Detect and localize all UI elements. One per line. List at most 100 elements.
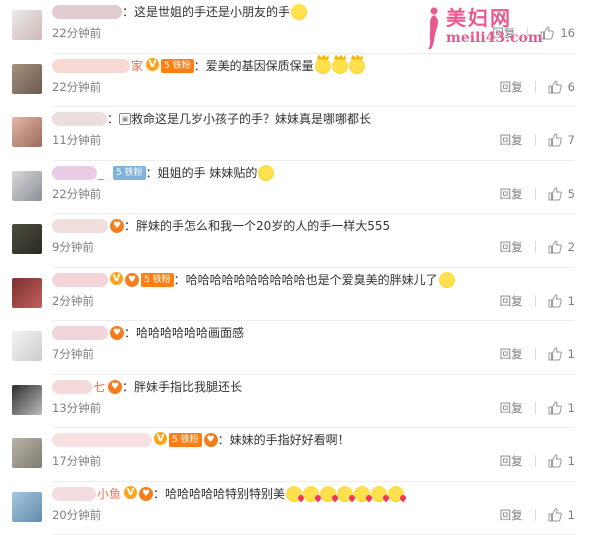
- comment-item: ♥ ：哈哈哈哈哈哈画面感 7分钟前 回复 1: [0, 321, 589, 375]
- avatar[interactable]: [12, 170, 42, 201]
- verified-v-icon: V: [110, 271, 123, 285]
- comment-item: V5 铁粉 ♥ ：妹妹的手指好好看啊！ 17分钟前 回复 1: [0, 428, 589, 482]
- thumbs-up-icon: [548, 507, 562, 521]
- comment-timestamp: 22分钟前: [52, 79, 102, 94]
- reply-button[interactable]: 回复: [500, 400, 523, 416]
- thumbs-up-icon: [548, 347, 562, 361]
- avatar[interactable]: [12, 491, 42, 522]
- reply-button[interactable]: 回复: [500, 346, 523, 362]
- like-button[interactable]: 1: [548, 294, 575, 308]
- comment-line: V5 铁粉 ♥ ：妹妹的手指好好看啊！: [52, 430, 350, 450]
- comment-item: ： ▣ 救命这是几岁小孩子的手？妹妹真是哪哪都长 11分钟前 回复 7: [0, 107, 589, 161]
- thumbs-up-icon: [548, 79, 562, 93]
- crown-emoji-icon: [331, 57, 348, 74]
- kiss-emoji-icon: [354, 485, 371, 502]
- reply-button[interactable]: 回复: [500, 186, 523, 202]
- laugh-emoji-icon: [438, 271, 455, 288]
- username-visible-part: _: [98, 165, 104, 180]
- comment-line: 小鱼 V ♥ ：哈哈哈哈哈特别特别美: [52, 484, 405, 504]
- comment-item: 七 ♥ ：胖妹手指比我腿还长 13分钟前 回复 1: [0, 375, 589, 428]
- comment-line: _ 5 铁粉 ：姐姐的手 妹妹贴的: [52, 163, 275, 183]
- username[interactable]: [52, 216, 108, 236]
- username-visible-part: 家: [131, 58, 144, 73]
- like-button[interactable]: 5: [548, 187, 575, 201]
- thumbs-up-icon: [548, 454, 562, 468]
- username[interactable]: [52, 2, 122, 22]
- reply-button[interactable]: 回复: [500, 79, 523, 95]
- action-divider: [534, 455, 536, 467]
- comment-item: 小鱼 V ♥ ：哈哈哈哈哈特别特别美 20分钟前 回复 1: [0, 482, 589, 535]
- username[interactable]: [52, 430, 152, 450]
- crown-emoji-icon: [314, 57, 331, 74]
- like-button[interactable]: 1: [548, 508, 575, 522]
- action-divider: [534, 401, 536, 414]
- avatar[interactable]: [12, 384, 42, 415]
- comment-text: ：胖妹的手怎么和我一个20岁的人的手一样大555: [124, 219, 391, 233]
- reply-button[interactable]: 回复: [500, 453, 523, 469]
- avatar[interactable]: [12, 63, 42, 94]
- site-watermark: 美妇网 meili43.com: [422, 6, 543, 50]
- username-blurred: [52, 5, 122, 19]
- comment-timestamp: 20分钟前: [52, 507, 102, 522]
- username[interactable]: 家: [52, 56, 144, 76]
- username[interactable]: [52, 270, 108, 290]
- comment-timestamp: 17分钟前: [52, 454, 102, 468]
- avatar[interactable]: [12, 331, 42, 361]
- comment-timestamp: 2分钟前: [52, 293, 94, 308]
- comment-actions: 回复 5: [500, 186, 575, 202]
- avatar[interactable]: [12, 277, 42, 308]
- kiss-emoji-icon: [320, 485, 337, 502]
- like-button[interactable]: 7: [548, 133, 575, 147]
- username[interactable]: _: [52, 163, 111, 183]
- avatar[interactable]: [12, 224, 42, 254]
- username[interactable]: 小鱼: [52, 484, 122, 504]
- thumbs-up-icon: [548, 400, 562, 414]
- like-button[interactable]: 6: [548, 80, 575, 94]
- username[interactable]: [52, 109, 107, 129]
- comment-line: ： ▣ 救命这是几岁小孩子的手？妹妹真是哪哪都长: [52, 109, 371, 129]
- like-button[interactable]: 1: [548, 347, 575, 361]
- comment-actions: 回复 1: [500, 453, 575, 469]
- username-blurred: [52, 219, 108, 233]
- avatar[interactable]: [12, 117, 42, 147]
- kiss-emoji-icon: [388, 485, 405, 502]
- comment-line: 家V5 铁粉 ：爱美的基因保质保量: [52, 56, 365, 76]
- username-blurred: [52, 379, 92, 394]
- verified-v-icon: V: [146, 57, 159, 71]
- avatar[interactable]: [12, 10, 42, 40]
- like-button[interactable]: 1: [548, 401, 575, 415]
- username[interactable]: [52, 323, 108, 343]
- like-button[interactable]: 2: [548, 240, 575, 254]
- comment-line: ♥ ：哈哈哈哈哈哈画面感: [52, 323, 244, 343]
- fan-heart-icon: ♥: [125, 272, 139, 287]
- username-blurred: [52, 486, 96, 501]
- verified-v-icon: V: [154, 432, 167, 445]
- reply-button[interactable]: 回复: [500, 239, 523, 255]
- smile-emoji-icon: [291, 4, 308, 20]
- comment-item: ♥ ：胖妹的手怎么和我一个20岁的人的手一样大555 9分钟前 回复 2: [0, 214, 589, 268]
- comment-timestamp: 13分钟前: [52, 400, 102, 415]
- fan-level-badge: 5 铁粉: [141, 272, 174, 287]
- like-count: 7: [567, 133, 575, 147]
- reply-button[interactable]: 回复: [500, 507, 523, 523]
- reply-button[interactable]: 回复: [500, 293, 523, 309]
- like-count: 5: [567, 186, 575, 201]
- fan-level-badge: 5 铁粉: [169, 433, 202, 447]
- comment-timestamp: 11分钟前: [52, 133, 102, 147]
- like-count: 1: [567, 454, 575, 468]
- action-divider: [534, 187, 536, 200]
- like-button[interactable]: 16: [540, 26, 575, 40]
- comment-item: _ 5 铁粉 ：姐姐的手 妹妹贴的 22分钟前 回复 5: [0, 161, 589, 214]
- username-visible-part: 小鱼: [97, 486, 122, 501]
- username[interactable]: 七: [52, 377, 106, 397]
- like-button[interactable]: 1: [548, 454, 575, 468]
- username-visible-part: 七: [93, 379, 106, 394]
- username-blurred: [52, 165, 97, 180]
- reply-button[interactable]: 回复: [500, 132, 523, 148]
- kiss-emoji-icon: [337, 485, 354, 502]
- comment-actions: 回复 1: [500, 507, 575, 523]
- avatar[interactable]: [12, 438, 42, 468]
- username-blurred: [52, 58, 130, 73]
- kiss-emoji-icon: [303, 485, 320, 502]
- watermark-title: 美妇网: [446, 6, 512, 30]
